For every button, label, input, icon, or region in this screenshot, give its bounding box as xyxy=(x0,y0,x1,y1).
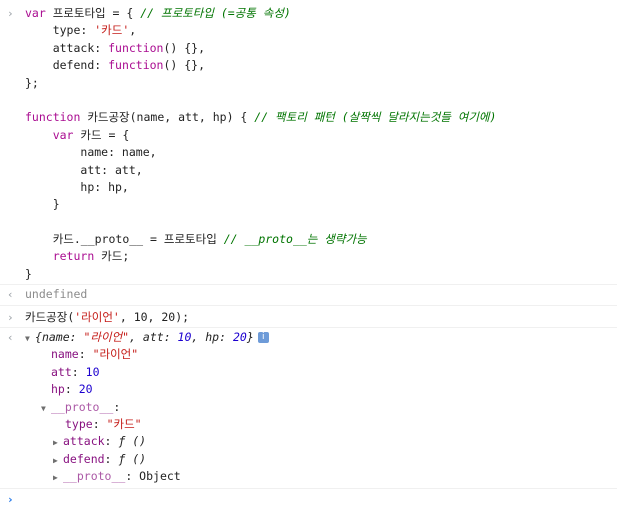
devtools-console: › var 프로토타입 = { // 프로토타입 (=공통 속성) type: … xyxy=(0,0,617,506)
code-line: defend: function() {}, xyxy=(52,58,206,73)
console-result-entry: ‹ ▼ {name: "라이언", att: 10, hp: 20} i name:… xyxy=(0,328,617,489)
collapse-triangle-icon[interactable]: ▶ xyxy=(53,434,63,451)
code-line: att: att, xyxy=(80,162,143,177)
console-result-entry: ‹ undefined xyxy=(0,285,617,306)
code-line: var 카드 = { xyxy=(52,127,130,142)
code-line: 카드.__proto__ = 프로토타입 // __proto__는 생략가능 xyxy=(52,232,367,247)
object-property: type: "카드" xyxy=(65,416,142,431)
code-line: function 카드공장(name, att, hp) { // 팩토리 패턴… xyxy=(25,110,497,125)
code-line: }; xyxy=(25,75,39,90)
proto-node[interactable]: ▶ __proto__: Object xyxy=(0,468,617,485)
code-line: } xyxy=(52,197,60,212)
object-summary[interactable]: ▼ {name: "라이언", att: 10, hp: 20} i xyxy=(0,329,617,346)
object-property: hp: 20 xyxy=(51,382,93,397)
active-prompt-icon: › xyxy=(7,492,14,506)
object-property: att: 10 xyxy=(51,364,100,379)
code-line: hp: hp, xyxy=(80,179,129,194)
expand-triangle-icon[interactable]: ▼ xyxy=(41,400,51,417)
object-property: name: "라이언" xyxy=(51,347,139,362)
code-line: } xyxy=(25,266,32,281)
defend-node[interactable]: ▶ defend: ƒ () xyxy=(0,451,617,468)
collapse-triangle-icon[interactable]: ▶ xyxy=(53,452,63,469)
code-line: type: '카드', xyxy=(52,23,137,38)
proto-node[interactable]: ▼ __proto__: xyxy=(0,399,617,416)
console-prompt-input[interactable]: › xyxy=(0,489,617,509)
expand-triangle-icon[interactable]: ▼ xyxy=(25,330,35,347)
result-icon: ‹ xyxy=(7,331,14,345)
attack-node[interactable]: ▶ attack: ƒ () xyxy=(0,433,617,450)
prompt-icon: › xyxy=(7,310,14,324)
prompt-icon: › xyxy=(7,7,14,20)
result-value: undefined xyxy=(25,287,88,302)
result-icon: ‹ xyxy=(7,288,14,302)
code-line: return 카드; xyxy=(52,249,130,264)
code-line: attack: function() {}, xyxy=(52,40,206,55)
code-line: name: name, xyxy=(80,145,157,160)
collapse-triangle-icon[interactable]: ▶ xyxy=(53,469,63,486)
code-line: var 프로토타입 = { // 프로토타입 (=공통 속성) xyxy=(25,6,291,20)
info-icon[interactable]: i xyxy=(257,332,269,344)
console-input-entry: › var 프로토타입 = { // 프로토타입 (=공통 속성) type: … xyxy=(0,0,617,286)
code-line: 카드공장('라이언', 10, 20); xyxy=(25,309,190,324)
console-input-entry: › 카드공장('라이언', 10, 20); xyxy=(0,306,617,329)
